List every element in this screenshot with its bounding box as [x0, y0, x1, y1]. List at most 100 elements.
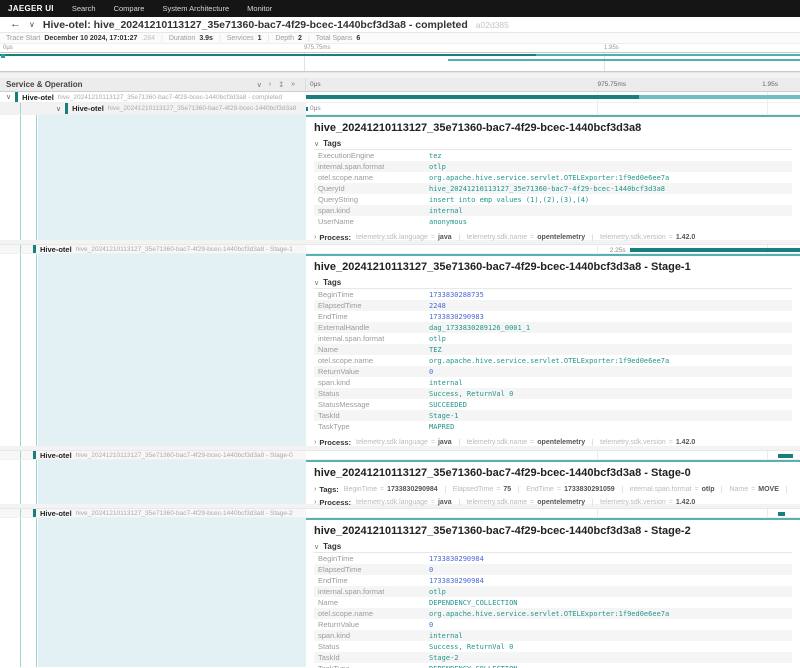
chevron-right-icon: ›: [314, 439, 316, 446]
back-icon[interactable]: ←: [10, 19, 21, 30]
tag-row: ExecutionEngine tez: [314, 150, 792, 161]
jaeger-logo[interactable]: JAEGER UI: [8, 4, 54, 13]
chevron-down-icon[interactable]: ∨: [29, 20, 35, 29]
minimap-drag-handle[interactable]: [1, 54, 5, 58]
tag-row: QueryId hive_20241210113127_35e71360-bac…: [314, 183, 792, 194]
chevron-down-icon: ∨: [314, 279, 319, 287]
tag-value: Success, ReturnVal 0: [429, 390, 513, 398]
span-bar[interactable]: [306, 95, 800, 99]
nav-item-system-architecture[interactable]: System Architecture: [162, 4, 229, 13]
tags-section-collapsed[interactable]: › Tags: BeginTime=1733830290984ElapsedTi…: [314, 483, 792, 495]
tag-key: Name: [314, 598, 429, 607]
jaeger-trace-page: JAEGER UI Search Compare System Architec…: [0, 0, 800, 668]
tag-key: TaskId: [314, 411, 429, 420]
span-row-main[interactable]: ∨ Hive-otel hive_20241210113127_35e71360…: [0, 103, 800, 115]
minimap-canvas[interactable]: [0, 52, 800, 72]
span-bar[interactable]: [778, 454, 793, 458]
nav-item-compare[interactable]: Compare: [114, 4, 145, 13]
collapse-one-icon[interactable]: ↧: [278, 81, 284, 89]
tags-section-toggle[interactable]: ∨ Tags: [314, 277, 792, 289]
tag-value: tez: [429, 152, 442, 160]
tag-value: Stage-1: [429, 412, 459, 420]
tag-summary-item: ElapsedTime=75: [445, 486, 518, 493]
chevron-right-icon: ›: [314, 234, 316, 241]
trace-id-short: a02d385: [476, 20, 509, 30]
trace-start-ms: .284: [141, 35, 155, 42]
tag-key: TaskType: [314, 422, 429, 431]
tag-summary-item: EndTime=1733830291059: [518, 486, 621, 493]
tag-key: ExternalHandle: [314, 323, 429, 332]
chevron-down-icon[interactable]: ∨: [56, 105, 61, 113]
tag-row: UserName anonymous: [314, 216, 792, 227]
tag-row: Name DEPENDENCY_COLLECTION: [314, 597, 792, 608]
span-rows: ∨ Hive-otel hive_20241210113127_35e71360…: [0, 92, 800, 667]
span-row-stage0[interactable]: Hive-otel hive_20241210113127_35e71360-b…: [0, 451, 800, 460]
chevron-down-icon: ∨: [314, 140, 319, 148]
span-row-stage2[interactable]: Hive-otel hive_20241210113127_35e71360-b…: [0, 509, 800, 518]
tag-key: EndTime: [314, 576, 429, 585]
tags-section-toggle[interactable]: ∨ Tags: [314, 138, 792, 150]
tag-key: span.kind: [314, 631, 429, 640]
operation-name: hive_20241210113127_35e71360-bac7-4f29-b…: [58, 94, 282, 101]
tag-row: ReturnValue 0: [314, 619, 792, 630]
nav-item-search[interactable]: Search: [72, 4, 96, 13]
tags-table: ExecutionEngine tez internal.span.format…: [314, 150, 792, 227]
process-section[interactable]: › Process: telemetry.sdk.language=javate…: [314, 436, 792, 448]
tag-value: otlp: [429, 335, 446, 343]
process-item: telemetry.sdk.name=opentelemetry: [459, 499, 593, 506]
tag-value: MAPRED: [429, 423, 454, 431]
detail-row-highlight: [38, 460, 306, 504]
tag-value: Success, ReturnVal 0: [429, 643, 513, 651]
tag-key: internal.span.format: [314, 334, 429, 343]
tag-row: internal.span.format otlp: [314, 161, 792, 172]
tag-row: TaskId Stage-1: [314, 410, 792, 421]
tag-value: 2248: [429, 302, 446, 310]
span-detail-stage2: hive_20241210113127_35e71360-bac7-4f29-b…: [0, 518, 800, 667]
tag-key: TaskId: [314, 653, 429, 662]
tag-value: DEPENDENCY_COLLECTION: [429, 599, 518, 607]
trace-summary-bar: Trace Start December 10 2024, 17:01:27.2…: [0, 33, 800, 44]
tag-row: ExternalHandle dag_1733830289126_0001_1: [314, 322, 792, 333]
collapse-all-icon[interactable]: ∨: [257, 81, 262, 89]
expand-all-icon[interactable]: ›: [269, 81, 271, 89]
tags-table: BeginTime 1733830288735 ElapsedTime 2248…: [314, 289, 792, 432]
span-bar[interactable]: [778, 512, 785, 516]
span-bar[interactable]: [306, 107, 308, 111]
tag-key: ExecutionEngine: [314, 151, 429, 160]
detail-row-highlight: [38, 254, 306, 446]
chevron-down-icon: ∨: [314, 543, 319, 551]
trace-start-value: December 10 2024, 17:01:27: [44, 35, 137, 42]
process-section[interactable]: › Process: telemetry.sdk.language=javate…: [314, 231, 792, 243]
tag-row: BeginTime 1733830290984: [314, 553, 792, 564]
detail-row-highlight: [38, 115, 306, 240]
tag-value: insert into emp values (1),(2),(3),(4): [429, 196, 589, 204]
trace-header: ← ∨ Hive-otel: hive_20241210113127_35e71…: [0, 17, 800, 33]
tags-section-toggle[interactable]: ∨ Tags: [314, 541, 792, 553]
expand-one-icon[interactable]: »: [291, 81, 295, 89]
process-item: telemetry.sdk.version=1.42.0: [592, 439, 702, 446]
span-bar[interactable]: [630, 248, 800, 252]
tag-summary-item: otel.scope.name=org.apache.hive.service.…: [786, 486, 792, 493]
process-section[interactable]: › Process: telemetry.sdk.language=javate…: [314, 496, 792, 508]
tag-value: Stage-2: [429, 654, 459, 662]
nav-item-monitor[interactable]: Monitor: [247, 4, 272, 13]
span-detail-stage0: hive_20241210113127_35e71360-bac7-4f29-b…: [0, 460, 800, 504]
span-row-stage1[interactable]: Hive-otel hive_20241210113127_35e71360-b…: [0, 245, 800, 254]
trace-minimap[interactable]: 0μs975.75ms1.95s: [0, 44, 800, 72]
tag-key: TaskType: [314, 664, 429, 668]
tag-key: ElapsedTime: [314, 565, 429, 574]
tag-key: span.kind: [314, 206, 429, 215]
tag-row: EndTime 1733830290983: [314, 311, 792, 322]
chevron-down-icon[interactable]: ∨: [6, 93, 11, 101]
ruler-tick: 975.75ms: [597, 81, 626, 88]
service-color-strip: [33, 451, 36, 459]
tag-row: internal.span.format otlp: [314, 586, 792, 597]
tag-key: BeginTime: [314, 554, 429, 563]
tag-key: ElapsedTime: [314, 301, 429, 310]
timeline-header-icons: ∨ › ↧ »: [257, 81, 299, 89]
span-row-root[interactable]: ∨ Hive-otel hive_20241210113127_35e71360…: [0, 92, 800, 103]
tag-row: TaskType MAPRED: [314, 421, 792, 432]
tag-row: Name TEZ: [314, 344, 792, 355]
chevron-right-icon: ›: [314, 499, 316, 506]
depth-value: 2: [298, 35, 302, 42]
